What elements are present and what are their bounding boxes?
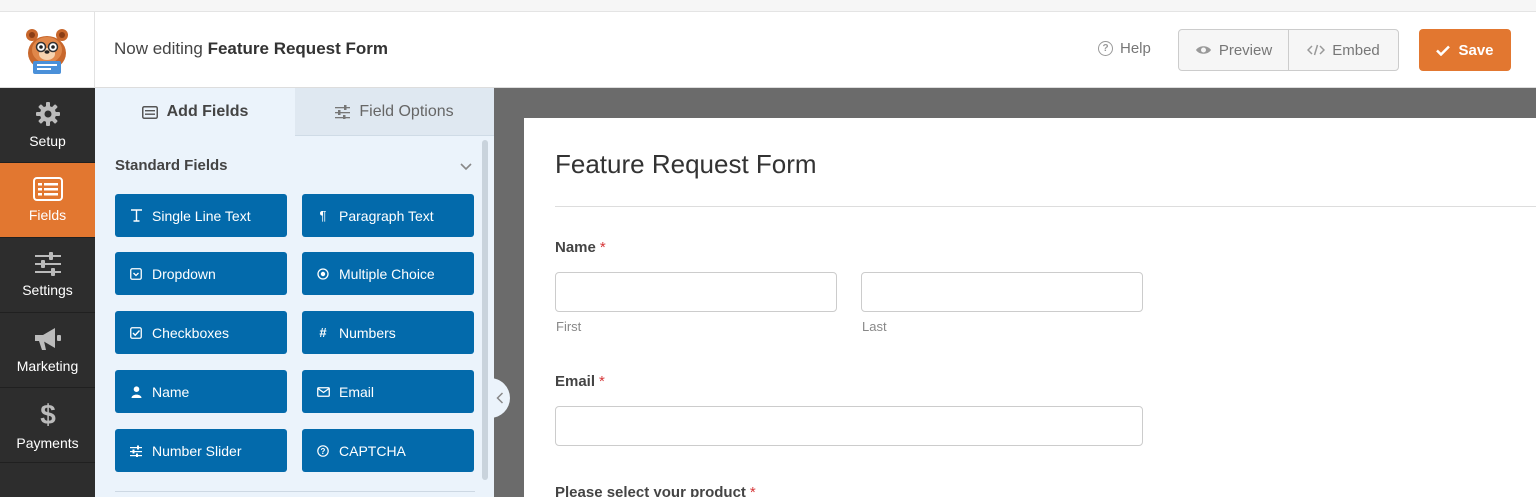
text-cursor-icon — [129, 209, 143, 222]
nav-item-setup[interactable]: Setup — [0, 88, 95, 163]
field-button-numbers[interactable]: # Numbers — [302, 311, 474, 354]
code-icon — [1307, 44, 1326, 56]
panel-tabs: Add Fields Field Options — [95, 88, 494, 136]
field-label: Checkboxes — [152, 324, 230, 341]
user-icon — [129, 385, 143, 398]
left-navigation: Setup Fields Settings Marketing $ Paymen… — [0, 88, 95, 497]
hash-icon: # — [319, 325, 327, 340]
name-field-label: Name * — [555, 239, 606, 256]
help-link[interactable]: ? Help — [1098, 40, 1151, 57]
email-field-label: Email * — [555, 373, 605, 390]
svg-text:?: ? — [321, 447, 326, 456]
field-button-multiple-choice[interactable]: Multiple Choice — [302, 252, 474, 295]
field-label: Dropdown — [152, 265, 216, 282]
wpforms-logo — [0, 12, 95, 88]
field-label: Paragraph Text — [339, 207, 434, 224]
chevron-left-icon — [496, 392, 504, 404]
editing-form-name: Feature Request Form — [207, 39, 388, 58]
question-circle-icon: ? — [1098, 41, 1113, 56]
field-label: Numbers — [339, 324, 396, 341]
field-button-number-slider[interactable]: Number Slider — [115, 429, 287, 472]
name-label-text: Name — [555, 239, 596, 256]
nav-label-settings: Settings — [22, 282, 73, 298]
tab-field-options[interactable]: Field Options — [295, 88, 494, 136]
checkbox-icon — [129, 326, 143, 339]
nav-item-payments[interactable]: $ Payments — [0, 388, 95, 463]
last-name-input[interactable] — [861, 272, 1143, 312]
tab-add-fields[interactable]: Add Fields — [95, 88, 295, 136]
list-icon — [141, 105, 158, 119]
last-sublabel: Last — [862, 319, 887, 334]
fields-list-icon — [32, 177, 63, 201]
panel-scrollbar[interactable] — [482, 140, 488, 480]
tab-field-options-label: Field Options — [359, 102, 454, 120]
paragraph-icon: ¶ — [319, 208, 327, 223]
nav-item-fields[interactable]: Fields — [0, 163, 95, 238]
embed-label: Embed — [1332, 41, 1380, 59]
help-label: Help — [1120, 40, 1151, 57]
required-marker: * — [749, 484, 756, 497]
nav-label-fields: Fields — [28, 207, 67, 223]
eye-icon — [1195, 46, 1211, 54]
svg-text:$: $ — [40, 399, 56, 429]
field-button-dropdown[interactable]: Dropdown — [115, 252, 287, 295]
form-title-divider — [555, 206, 1536, 207]
fields-panel: Add Fields Field Options Standard Fields… — [95, 88, 494, 497]
nav-label-payments: Payments — [16, 435, 79, 451]
editing-title: Now editing Feature Request Form — [114, 39, 388, 59]
nav-label-setup: Setup — [29, 133, 66, 149]
dollar-icon: $ — [40, 399, 56, 429]
builder-header: Now editing Feature Request Form ? Help … — [0, 12, 1536, 88]
field-button-captcha[interactable]: ? CAPTCHA — [302, 429, 474, 472]
form-preview: Feature Request Form Name * First Last Em… — [524, 118, 1536, 497]
slider-icon — [129, 445, 143, 457]
field-label: CAPTCHA — [339, 442, 406, 459]
product-label-text: Please select your product — [555, 484, 746, 497]
field-label: Multiple Choice — [339, 265, 435, 282]
radio-icon — [316, 267, 330, 280]
email-label-text: Email — [555, 373, 596, 390]
question-circle-icon: ? — [316, 444, 330, 457]
field-button-checkboxes[interactable]: Checkboxes — [115, 311, 287, 354]
required-marker: * — [599, 373, 605, 390]
nav-item-settings[interactable]: Settings — [0, 238, 95, 313]
product-field-label: Please select your product * — [555, 484, 756, 497]
first-name-input[interactable] — [555, 272, 837, 312]
browser-top-strip — [0, 0, 1536, 12]
email-input[interactable] — [555, 406, 1143, 446]
dropdown-icon — [129, 267, 143, 280]
preview-button[interactable]: Preview — [1179, 30, 1289, 70]
megaphone-icon — [34, 328, 61, 350]
gear-icon — [35, 102, 60, 126]
field-button-name[interactable]: Name — [115, 370, 287, 413]
sliders-icon — [34, 252, 61, 276]
embed-button[interactable]: Embed — [1289, 30, 1398, 70]
field-button-paragraph-text[interactable]: ¶ Paragraph Text — [302, 194, 474, 237]
preview-embed-group: Preview Embed — [1178, 29, 1399, 71]
form-title: Feature Request Form — [555, 149, 817, 179]
required-marker: * — [599, 239, 606, 256]
save-label: Save — [1458, 41, 1494, 59]
sliders-icon — [335, 104, 351, 119]
field-button-single-line-text[interactable]: Single Line Text — [115, 194, 287, 237]
check-icon — [1436, 45, 1451, 56]
field-label: Number Slider — [152, 442, 242, 459]
field-label: Single Line Text — [152, 207, 251, 224]
field-label: Name — [152, 383, 190, 400]
editing-prefix: Now editing — [114, 39, 203, 58]
save-button[interactable]: Save — [1419, 29, 1511, 71]
tab-add-fields-label: Add Fields — [166, 103, 249, 120]
section-divider — [115, 491, 475, 492]
field-button-email[interactable]: Email — [302, 370, 474, 413]
standard-fields-title: Standard Fields — [115, 157, 228, 174]
envelope-icon — [316, 386, 330, 397]
first-sublabel: First — [556, 319, 582, 334]
preview-label: Preview — [1218, 41, 1273, 59]
bear-mascot-icon — [26, 29, 68, 74]
nav-label-marketing: Marketing — [16, 358, 79, 374]
nav-item-marketing[interactable]: Marketing — [0, 313, 95, 388]
chevron-down-icon[interactable] — [460, 158, 472, 176]
field-label: Email — [339, 383, 375, 400]
